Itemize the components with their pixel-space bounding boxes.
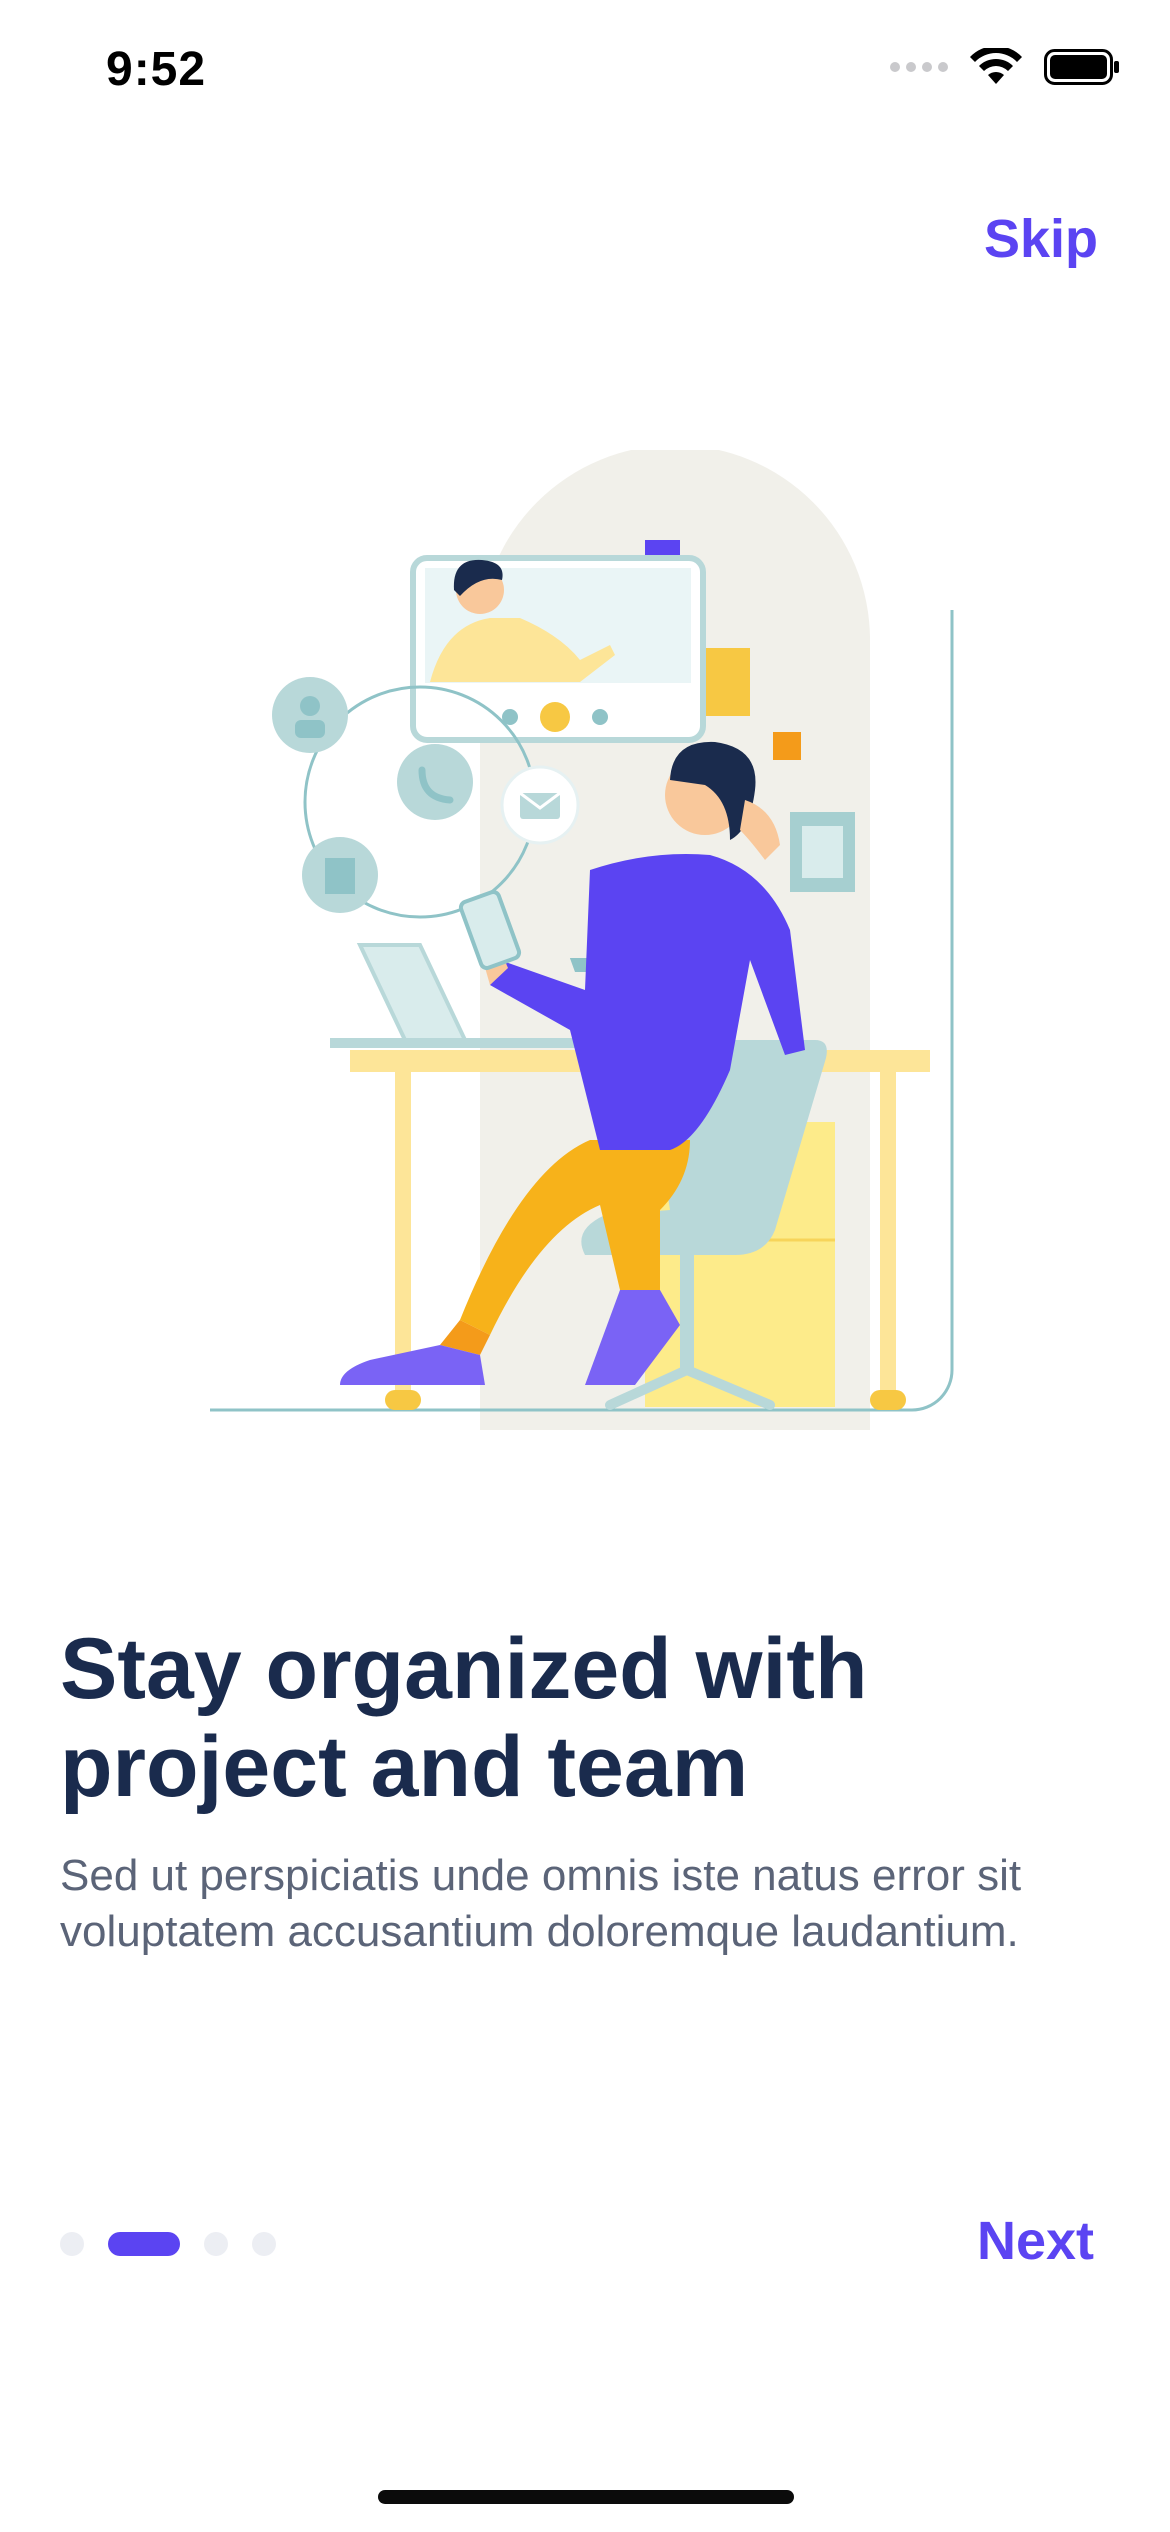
page-title: Stay organized with project and team [60, 1621, 868, 1815]
page-indicator [60, 2232, 276, 2256]
onboarding-illustration [210, 450, 954, 1430]
status-icons [890, 48, 1120, 86]
page-description: Sed ut perspiciatis unde omnis iste natu… [60, 1851, 1022, 1956]
skip-button[interactable]: Skip [984, 208, 1098, 270]
status-time: 9:52 [106, 43, 207, 96]
battery-icon [1044, 49, 1119, 85]
page-dot-2-active[interactable] [108, 2232, 180, 2256]
home-indicator[interactable] [378, 2490, 794, 2504]
page-dot-1[interactable] [60, 2232, 84, 2256]
page-dot-4[interactable] [252, 2232, 276, 2256]
next-button[interactable]: Next [977, 2210, 1094, 2272]
status-bar: 9:52 [0, 0, 1170, 150]
page-dot-3[interactable] [204, 2232, 228, 2256]
wifi-icon [970, 48, 1022, 84]
cellular-signal-icon [890, 62, 948, 72]
